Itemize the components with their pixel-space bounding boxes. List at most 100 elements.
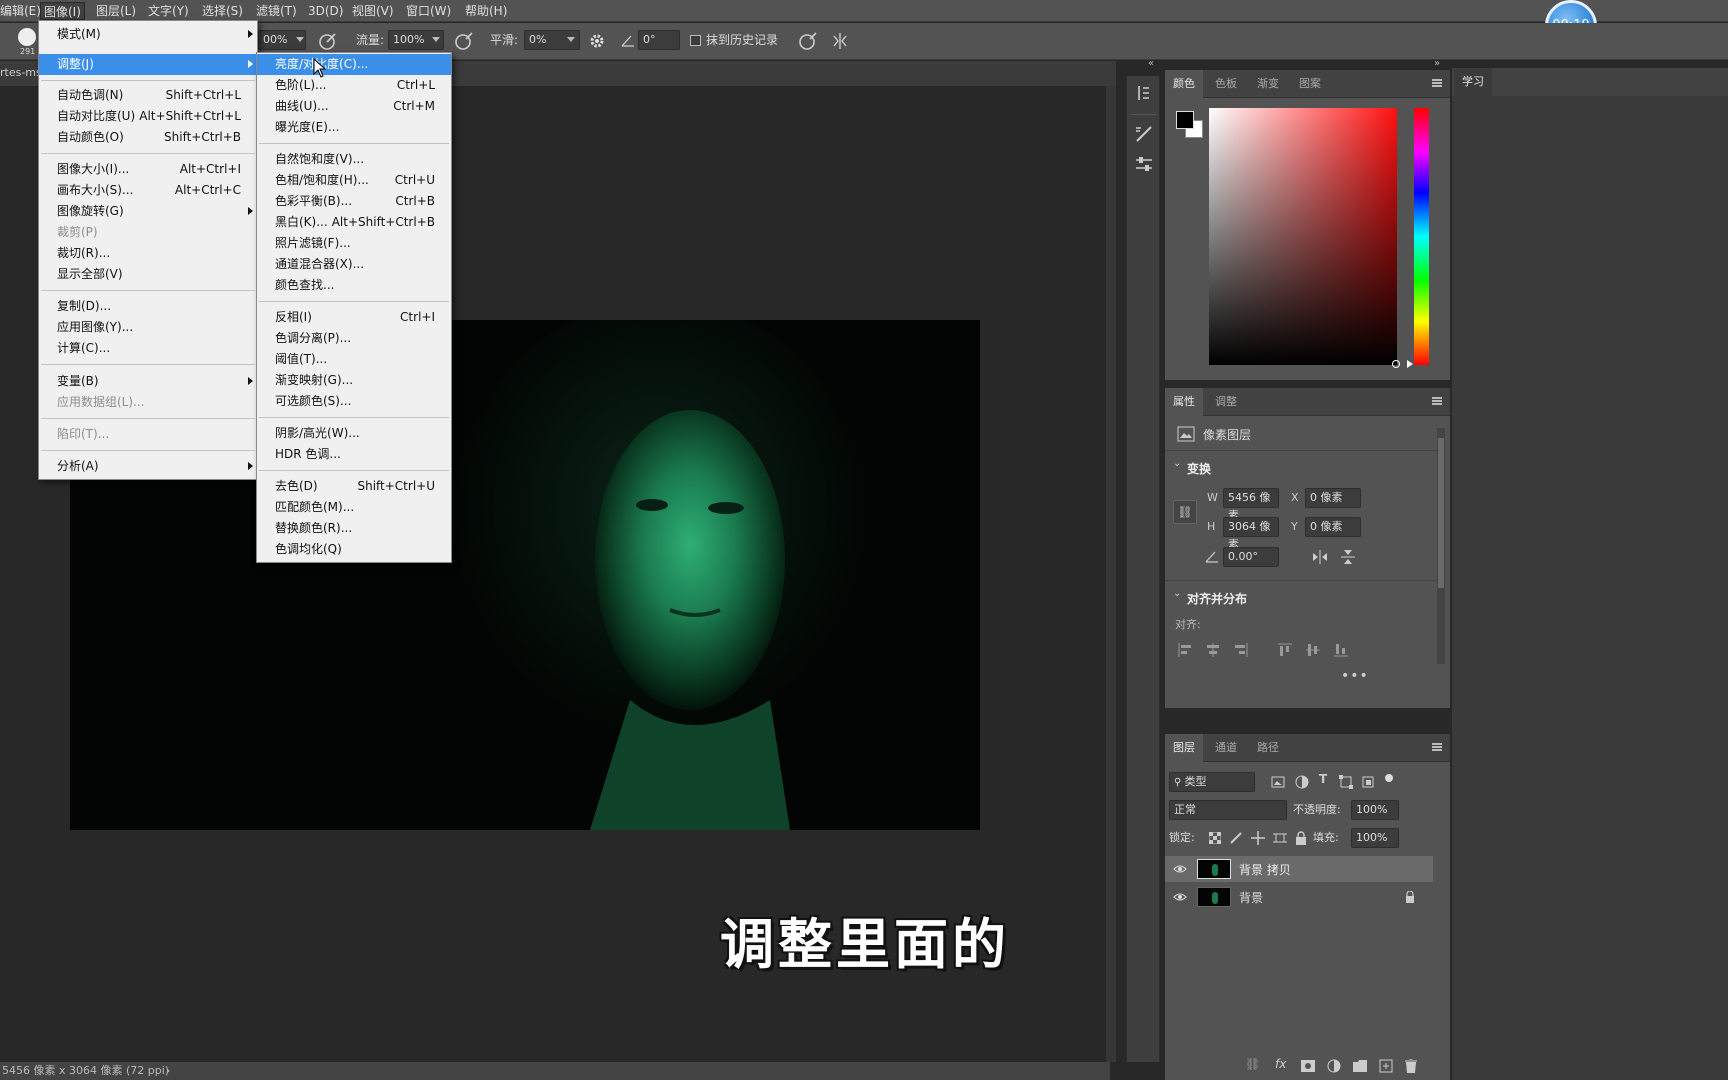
symmetry-icon[interactable] (830, 31, 850, 51)
properties-scrollbar[interactable] (1437, 428, 1445, 664)
align-bottom-edges-icon[interactable] (1333, 642, 1349, 658)
lock-position-icon[interactable] (1251, 831, 1265, 845)
menu-layer[interactable]: 图层(L) (96, 2, 136, 20)
adjust-sliders-icon[interactable] (1134, 154, 1154, 174)
visibility-eye-icon[interactable] (1173, 864, 1187, 874)
brush-preview-icon[interactable] (18, 28, 36, 46)
chevron-down-icon[interactable] (432, 37, 440, 42)
menu-filter[interactable]: 滤镜(T) (256, 2, 297, 20)
menu-select[interactable]: 选择(S) (202, 2, 243, 20)
hue-slider-handle[interactable] (1407, 360, 1413, 368)
airbrush-icon[interactable] (454, 31, 474, 51)
new-group-icon[interactable] (1353, 1060, 1367, 1072)
menu-item-threshold[interactable]: 阈值(T)... (257, 349, 451, 370)
brush-settings-icon[interactable] (1134, 124, 1154, 144)
filter-pixel-icon[interactable] (1271, 776, 1285, 788)
menu-item-canvas-size[interactable]: 画布大小(S)... Alt+Ctrl+C (39, 180, 257, 201)
tab-channels[interactable]: 通道 (1207, 734, 1245, 762)
menu-item-equalize[interactable]: 色调均化(Q) (257, 539, 451, 560)
collapse-panels-icon[interactable]: « (1148, 58, 1154, 69)
fill-field[interactable]: 100% (1351, 828, 1399, 848)
align-horizontal-centers-icon[interactable] (1205, 642, 1221, 658)
menu-item-adjustments[interactable]: 调整(J) (39, 54, 257, 75)
menu-item-color-balance[interactable]: 色彩平衡(B)... Ctrl+B (257, 191, 451, 212)
tab-adjustments[interactable]: 调整 (1207, 388, 1245, 416)
flip-horizontal-icon[interactable] (1311, 550, 1329, 564)
menu-item-mode[interactable]: 模式(M) (39, 24, 257, 45)
menu-item-gradient-map[interactable]: 渐变映射(G)... (257, 370, 451, 391)
tab-paths[interactable]: 路径 (1249, 734, 1287, 762)
pressure-size-icon[interactable] (798, 31, 818, 51)
menu-item-brightness-contrast[interactable]: 亮度/对比度(C)... (257, 54, 451, 75)
menu-item-auto-tone[interactable]: 自动色调(N) Shift+Ctrl+L (39, 85, 257, 106)
menu-window[interactable]: 窗口(W) (406, 2, 451, 20)
panel-menu-icon[interactable] (1432, 397, 1442, 405)
rotation-field[interactable]: 0.00° (1223, 547, 1279, 567)
menu-view[interactable]: 视图(V) (352, 2, 394, 20)
foreground-color-swatch[interactable] (1176, 111, 1194, 129)
hue-slider[interactable] (1414, 108, 1429, 365)
tab-properties[interactable]: 属性 (1165, 388, 1203, 416)
align-right-edges-icon[interactable] (1233, 642, 1249, 658)
link-dimensions-button[interactable]: ⛓ (1173, 500, 1197, 524)
panel-menu-icon[interactable] (1432, 79, 1442, 87)
menu-item-trim[interactable]: 裁切(R)... (39, 243, 257, 264)
menu-item-shadows-highlights[interactable]: 阴影/高光(W)... (257, 423, 451, 444)
lock-icon[interactable] (1405, 891, 1415, 903)
menu-item-levels[interactable]: 色阶(L)... Ctrl+L (257, 75, 451, 96)
fx-icon[interactable]: fx (1275, 1057, 1286, 1071)
x-field[interactable]: 0 像素 (1305, 488, 1361, 508)
menu-item-desaturate[interactable]: 去色(D) Shift+Ctrl+U (257, 476, 451, 497)
menu-item-selective-color[interactable]: 可选颜色(S)... (257, 391, 451, 412)
lock-artboard-icon[interactable] (1273, 831, 1287, 845)
pressure-opacity-icon[interactable] (318, 31, 338, 51)
filter-toggle-icon[interactable] (1385, 774, 1393, 782)
menu-item-analysis[interactable]: 分析(A) (39, 456, 257, 477)
menu-item-apply-image[interactable]: 应用图像(Y)... (39, 317, 257, 338)
menu-item-variables[interactable]: 变量(B) (39, 371, 257, 392)
chevron-down-icon[interactable] (296, 37, 304, 42)
panel-menu-icon[interactable] (1432, 743, 1442, 751)
more-options-icon[interactable]: ••• (1341, 668, 1369, 684)
menu-item-auto-color[interactable]: 自动颜色(O) Shift+Ctrl+B (39, 127, 257, 148)
lock-image-pixels-icon[interactable] (1229, 831, 1243, 845)
history-icon[interactable] (1135, 84, 1153, 102)
new-adjustment-layer-icon[interactable] (1327, 1059, 1341, 1073)
tab-swatches[interactable]: 色板 (1207, 70, 1245, 98)
blend-mode-select[interactable]: 正常 (1169, 800, 1287, 820)
menu-item-hue-saturation[interactable]: 色相/饱和度(H)... Ctrl+U (257, 170, 451, 191)
menu-image[interactable]: 图像(I) (40, 2, 85, 20)
color-saturation-field[interactable] (1209, 108, 1397, 365)
layer-row-background[interactable]: 背景 (1165, 884, 1433, 910)
width-field[interactable]: 5456 像素 (1223, 488, 1279, 522)
filter-shape-icon[interactable] (1339, 775, 1353, 789)
chevron-down-icon[interactable]: ⌄ (1173, 588, 1181, 599)
tab-gradients[interactable]: 渐变 (1249, 70, 1287, 98)
menu-item-calculations[interactable]: 计算(C)... (39, 338, 257, 359)
gear-icon[interactable] (588, 32, 606, 50)
menu-item-posterize[interactable]: 色调分离(P)... (257, 328, 451, 349)
menu-item-vibrance[interactable]: 自然饱和度(V)... (257, 149, 451, 170)
link-layers-icon[interactable]: ⛓ (1245, 1057, 1260, 1071)
tab-patterns[interactable]: 图案 (1291, 70, 1329, 98)
align-top-edges-icon[interactable] (1277, 642, 1293, 658)
tab-color[interactable]: 颜色 (1165, 70, 1203, 98)
menu-item-color-lookup[interactable]: 颜色查找... (257, 275, 451, 296)
new-layer-icon[interactable] (1379, 1059, 1393, 1073)
menu-item-photo-filter[interactable]: 照片滤镜(F)... (257, 233, 451, 254)
layer-row-background-copy[interactable]: 背景 拷贝 (1165, 856, 1433, 882)
color-picker-handle[interactable] (1392, 360, 1400, 368)
menu-item-duplicate[interactable]: 复制(D)... (39, 296, 257, 317)
menu-item-image-size[interactable]: 图像大小(I)... Alt+Ctrl+I (39, 159, 257, 180)
menu-item-hdr-toning[interactable]: HDR 色调... (257, 444, 451, 465)
erase-history-checkbox[interactable] (690, 35, 701, 46)
menu-item-curves[interactable]: 曲线(U)... Ctrl+M (257, 96, 451, 117)
menu-item-invert[interactable]: 反相(I) Ctrl+I (257, 307, 451, 328)
menu-item-auto-contrast[interactable]: 自动对比度(U) Alt+Shift+Ctrl+L (39, 106, 257, 127)
menu-item-replace-color[interactable]: 替换颜色(R)... (257, 518, 451, 539)
tab-layers[interactable]: 图层 (1165, 734, 1203, 762)
document-tab[interactable]: rtes-ms (0, 66, 42, 79)
layer-name[interactable]: 背景 (1239, 889, 1263, 906)
layer-name[interactable]: 背景 拷贝 (1239, 861, 1291, 878)
add-mask-icon[interactable] (1301, 1060, 1315, 1072)
